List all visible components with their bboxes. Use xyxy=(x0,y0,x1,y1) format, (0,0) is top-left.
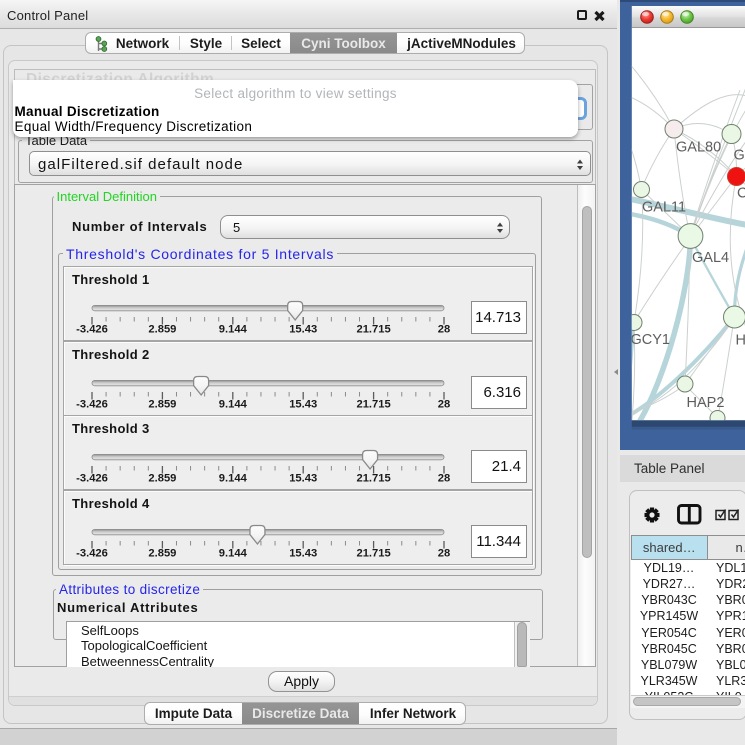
svg-text:HAP2: HAP2 xyxy=(687,395,725,411)
svg-text:GAL80: GAL80 xyxy=(676,140,721,156)
svg-text:28: 28 xyxy=(438,473,450,485)
svg-text:21.715: 21.715 xyxy=(356,548,390,560)
svg-text:2.859: 2.859 xyxy=(148,399,176,411)
svg-text:21.715: 21.715 xyxy=(356,399,390,411)
svg-text:21.715: 21.715 xyxy=(356,473,390,485)
svg-text:15.43: 15.43 xyxy=(289,473,317,485)
svg-text:GAL11: GAL11 xyxy=(642,200,686,216)
svg-text:9.144: 9.144 xyxy=(219,548,248,560)
svg-text:H: H xyxy=(736,333,745,349)
svg-text:28: 28 xyxy=(438,548,450,560)
svg-text:GCY1: GCY1 xyxy=(631,332,671,348)
svg-text:28: 28 xyxy=(438,324,450,336)
svg-text:15.43: 15.43 xyxy=(289,548,317,560)
svg-text:15.43: 15.43 xyxy=(289,399,317,411)
svg-text:GAL4: GAL4 xyxy=(692,250,729,266)
svg-text:-3.426: -3.426 xyxy=(76,399,108,411)
svg-text:9.144: 9.144 xyxy=(219,324,248,336)
svg-text:2.859: 2.859 xyxy=(148,324,176,336)
svg-text:21.715: 21.715 xyxy=(356,324,390,336)
svg-text:GA: GA xyxy=(734,148,745,164)
svg-text:-3.426: -3.426 xyxy=(76,324,108,336)
svg-text:C: C xyxy=(737,186,745,202)
svg-text:9.144: 9.144 xyxy=(219,399,248,411)
svg-text:-3.426: -3.426 xyxy=(76,548,108,560)
svg-text:2.859: 2.859 xyxy=(148,548,176,560)
svg-text:2.859: 2.859 xyxy=(148,473,176,485)
svg-text:28: 28 xyxy=(438,399,450,411)
svg-text:9.144: 9.144 xyxy=(219,473,248,485)
svg-text:-3.426: -3.426 xyxy=(76,473,108,485)
svg-text:15.43: 15.43 xyxy=(289,324,317,336)
